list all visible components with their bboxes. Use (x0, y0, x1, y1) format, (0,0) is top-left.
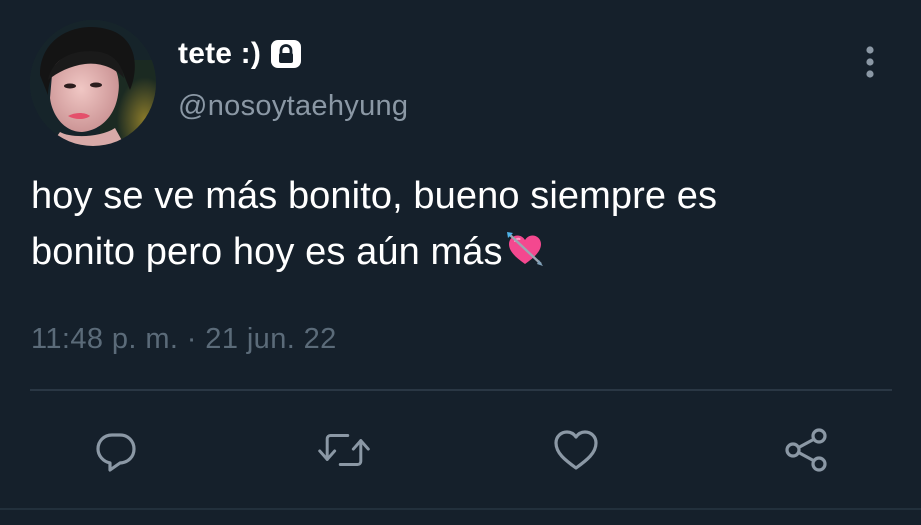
tweet-text-segment: bonito pero hoy es aún más (31, 231, 503, 273)
avatar-image (30, 20, 156, 146)
reply-icon (96, 433, 136, 472)
more-options-button[interactable] (850, 40, 890, 84)
share-icon (785, 428, 827, 472)
tweet-actions-bar (0, 420, 921, 480)
author-name-row[interactable]: tete :) (178, 34, 303, 74)
like-button[interactable] (548, 420, 604, 480)
author-display-name[interactable]: tete :) (178, 37, 261, 71)
tweet-text-line: hoy se ve más bonito, bueno siempre es (31, 175, 718, 217)
more-vertical-icon (866, 46, 874, 78)
bottom-divider (0, 508, 921, 510)
reply-button[interactable] (88, 420, 144, 480)
share-button[interactable] (778, 420, 834, 480)
tweet-text: hoy se ve más bonito, bueno siempre es b… (31, 168, 891, 280)
tweet-timestamp[interactable]: 11:48 p. m. · 21 jun. 22 (31, 323, 337, 356)
heart-with-arrow-emoji (505, 230, 545, 270)
tweet-text-line: bonito pero hoy es aún más (31, 224, 891, 280)
divider (30, 389, 892, 391)
retweet-icon (318, 434, 370, 466)
avatar[interactable] (30, 20, 156, 146)
lock-icon (269, 37, 303, 71)
heart-icon (554, 430, 598, 470)
tweet-card: tete :) @nosoytaehyung hoy se ve más bon… (0, 0, 921, 525)
retweet-button[interactable] (316, 420, 372, 480)
author-handle[interactable]: @nosoytaehyung (178, 90, 408, 123)
